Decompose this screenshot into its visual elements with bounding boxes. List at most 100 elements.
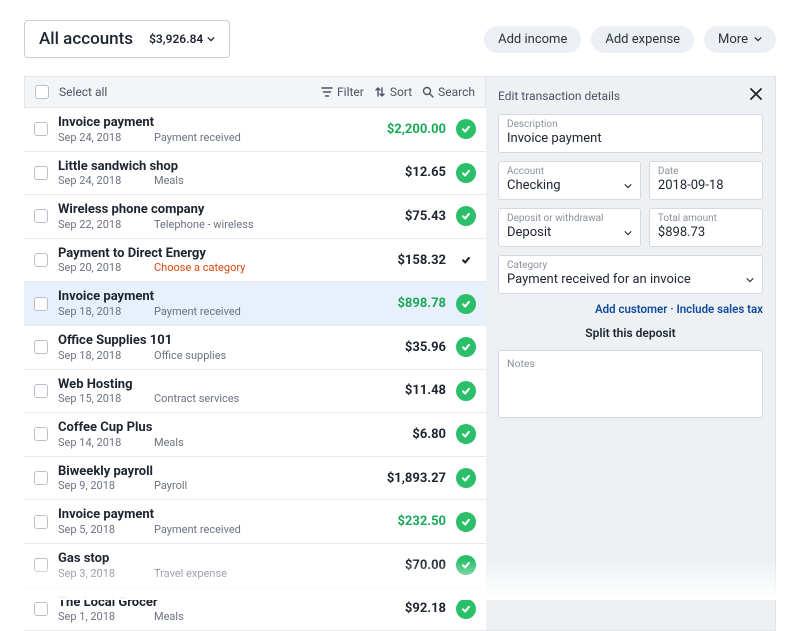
row-checkbox[interactable] <box>34 427 48 441</box>
transaction-row[interactable]: Invoice payment Sep 24, 2018 Payment rec… <box>24 108 486 152</box>
reviewed-badge[interactable] <box>456 468 476 488</box>
account-balance: $3,926.84 <box>149 32 215 46</box>
transaction-date: Sep 18, 2018 <box>58 305 148 318</box>
filter-icon <box>321 87 333 97</box>
category-label: Payroll <box>154 479 356 492</box>
select-all-label: Select all <box>59 85 107 99</box>
account-name: All accounts <box>39 29 133 49</box>
category-label: Meals <box>154 610 356 623</box>
transaction-date: Sep 9, 2018 <box>58 479 148 492</box>
vendor-name: Coffee Cup Plus <box>58 420 356 436</box>
reviewed-badge[interactable] <box>456 555 476 575</box>
row-checkbox[interactable] <box>34 558 48 572</box>
transaction-date: Sep 20, 2018 <box>58 261 148 274</box>
transaction-row[interactable]: Wireless phone company Sep 22, 2018 Tele… <box>24 195 486 239</box>
category-label: Meals <box>154 436 356 449</box>
include-tax-link[interactable]: Include sales tax <box>676 302 763 316</box>
sort-button[interactable]: Sort <box>374 85 412 99</box>
notes-field[interactable]: Notes <box>498 350 763 418</box>
amount: $92.18 <box>366 601 446 616</box>
amount: $158.32 <box>366 253 446 268</box>
transaction-row[interactable]: Invoice payment Sep 5, 2018 Payment rece… <box>24 500 486 544</box>
row-checkbox[interactable] <box>34 515 48 529</box>
amount: $12.65 <box>366 165 446 180</box>
panel-title: Edit transaction details <box>498 89 620 103</box>
transaction-row[interactable]: The Local Grocer Sep 1, 2018 Meals $92.1… <box>24 588 486 631</box>
row-checkbox[interactable] <box>34 209 48 223</box>
amount: $1,893.27 <box>366 471 446 486</box>
reviewed-badge[interactable] <box>456 424 476 444</box>
account-selector[interactable]: All accounts $3,926.84 <box>24 20 230 58</box>
category-label: Meals <box>154 174 356 187</box>
reviewed-badge[interactable] <box>456 163 476 183</box>
row-checkbox[interactable] <box>34 471 48 485</box>
add-expense-button[interactable]: Add expense <box>591 26 694 53</box>
reviewed-badge[interactable] <box>456 119 476 139</box>
transaction-date: Sep 24, 2018 <box>58 174 148 187</box>
transaction-row[interactable]: Gas stop Sep 3, 2018 Travel expense $70.… <box>24 544 486 588</box>
row-checkbox[interactable] <box>34 602 48 616</box>
reviewed-badge[interactable] <box>456 381 476 401</box>
transactions-list: Select all Filter Sort Search Invoice pa… <box>24 76 486 631</box>
amount: $898.78 <box>366 296 446 311</box>
add-customer-link[interactable]: Add customer <box>595 302 667 316</box>
more-button[interactable]: More <box>704 26 776 53</box>
row-checkbox[interactable] <box>34 384 48 398</box>
row-checkbox[interactable] <box>34 122 48 136</box>
vendor-name: Office Supplies 101 <box>58 333 356 349</box>
vendor-name: Biweekly payroll <box>58 464 356 480</box>
category-label[interactable]: Choose a category <box>154 261 356 274</box>
chevron-down-icon <box>207 36 215 42</box>
category-field[interactable]: Category Payment received for an invoice <box>498 255 763 294</box>
filter-button[interactable]: Filter <box>321 85 364 99</box>
close-button[interactable] <box>749 87 763 104</box>
category-label: Payment received <box>154 131 356 144</box>
date-field[interactable]: Date 2018-09-18 <box>649 161 763 200</box>
search-button[interactable]: Search <box>422 85 475 99</box>
vendor-name: Invoice payment <box>58 115 356 131</box>
row-checkbox[interactable] <box>34 340 48 354</box>
vendor-name: Web Hosting <box>58 377 356 393</box>
transaction-row[interactable]: Coffee Cup Plus Sep 14, 2018 Meals $6.80 <box>24 413 486 457</box>
check-icon <box>461 386 471 396</box>
row-checkbox[interactable] <box>34 253 48 267</box>
transaction-row[interactable]: Web Hosting Sep 15, 2018 Contract servic… <box>24 370 486 414</box>
vendor-name: Invoice payment <box>58 507 356 523</box>
reviewed-badge[interactable] <box>456 599 476 619</box>
check-icon <box>461 604 471 614</box>
transaction-row[interactable]: Payment to Direct Energy Sep 20, 2018 Ch… <box>24 239 486 283</box>
total-field[interactable]: Total amount $898.73 <box>649 208 763 247</box>
category-label: Office supplies <box>154 349 356 362</box>
account-field[interactable]: Account Checking <box>498 161 641 200</box>
reviewed-badge[interactable] <box>456 206 476 226</box>
reviewed-badge[interactable] <box>456 512 476 532</box>
check-icon <box>461 124 471 134</box>
vendor-name: The Local Grocer <box>58 595 356 611</box>
transaction-date: Sep 18, 2018 <box>58 349 148 362</box>
check-icon <box>461 473 471 483</box>
check-icon <box>461 168 471 178</box>
transaction-date: Sep 22, 2018 <box>58 218 148 231</box>
transaction-date: Sep 1, 2018 <box>58 610 148 623</box>
split-deposit-button[interactable]: Split this deposit <box>498 326 763 340</box>
add-income-button[interactable]: Add income <box>484 26 581 53</box>
transaction-date: Sep 24, 2018 <box>58 131 148 144</box>
select-all-checkbox[interactable] <box>35 85 49 99</box>
direction-field[interactable]: Deposit or withdrawal Deposit <box>498 208 641 247</box>
transaction-date: Sep 14, 2018 <box>58 436 148 449</box>
row-checkbox[interactable] <box>34 166 48 180</box>
check-icon <box>461 255 471 265</box>
reviewed-badge[interactable] <box>456 294 476 314</box>
transaction-row[interactable]: Little sandwich shop Sep 24, 2018 Meals … <box>24 152 486 196</box>
category-label: Payment received <box>154 523 356 536</box>
vendor-name: Wireless phone company <box>58 202 356 218</box>
description-field[interactable]: Description Invoice payment <box>498 114 763 153</box>
unreviewed-badge[interactable] <box>456 250 476 270</box>
search-icon <box>422 86 434 98</box>
transaction-row[interactable]: Office Supplies 101 Sep 18, 2018 Office … <box>24 326 486 370</box>
row-checkbox[interactable] <box>34 297 48 311</box>
check-icon <box>461 342 471 352</box>
transaction-row[interactable]: Invoice payment Sep 18, 2018 Payment rec… <box>24 282 486 326</box>
reviewed-badge[interactable] <box>456 337 476 357</box>
transaction-row[interactable]: Biweekly payroll Sep 9, 2018 Payroll $1,… <box>24 457 486 501</box>
